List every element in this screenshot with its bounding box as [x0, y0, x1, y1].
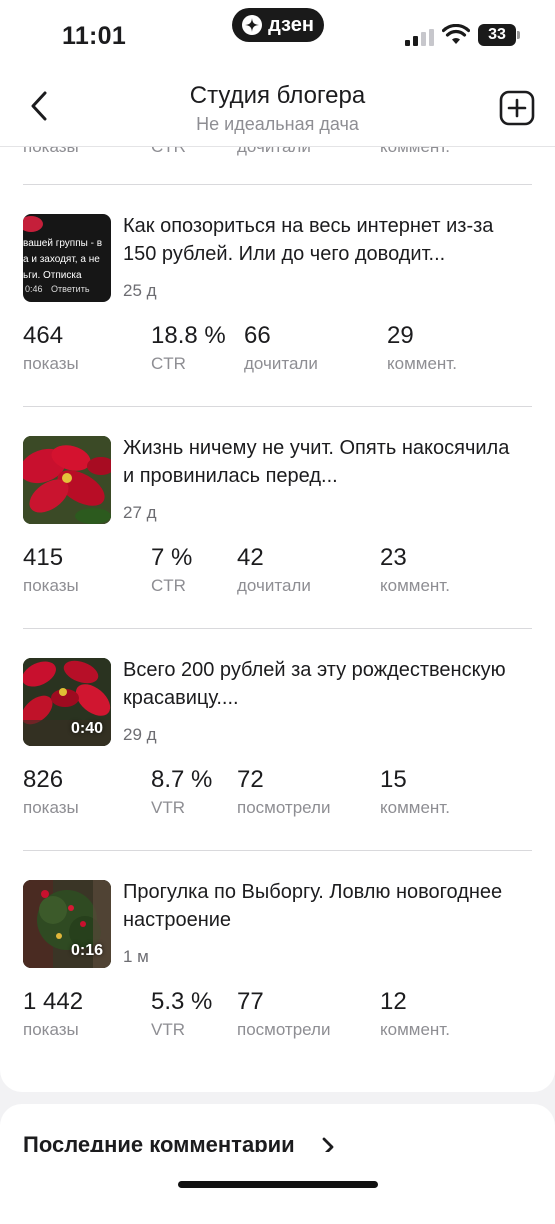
page-subtitle: Не идеальная дача — [196, 114, 359, 134]
stat-value: 415 — [23, 544, 64, 571]
post-item[interactable]: Жизнь ничему не учит. Опять накосячила и… — [0, 407, 555, 628]
stat-watched: 77 посмотрели — [237, 987, 330, 1043]
battery-indicator: 33 — [478, 24, 520, 46]
stat-value: 1 442 — [23, 988, 84, 1015]
posts-card: показы CTR дочитали коммент. вашей групп… — [0, 147, 555, 1092]
post-item[interactable]: вашей группы - в а и заходят, а не ьги. … — [0, 185, 555, 406]
status-bar: 11:01 дзен 33 — [0, 0, 555, 70]
stat-value: 5.3 % — [151, 988, 213, 1015]
post-age: 27 д — [123, 503, 157, 522]
post-age: 25 д — [123, 281, 157, 300]
stat-label: коммент. — [380, 1020, 450, 1039]
stat-ctr: 18.8 % CTR — [151, 321, 226, 377]
stat-label: показы — [23, 354, 79, 373]
stat-comments: 12 коммент. — [380, 987, 450, 1043]
stat-views: 464 показы — [23, 321, 79, 377]
stat-vtr: 8.7 % VTR — [151, 765, 212, 821]
home-indicator[interactable] — [178, 1181, 378, 1188]
stat-value: 15 — [380, 766, 407, 793]
stat-value: 464 — [23, 322, 64, 349]
stat-value: 72 — [237, 766, 264, 793]
dzen-badge-label: дзен — [268, 13, 314, 36]
stat-label: CTR — [151, 354, 186, 373]
stat-label: посмотрели — [237, 1020, 331, 1039]
stat-label: коммент. — [380, 576, 450, 595]
partial-stats-row: показы CTR дочитали коммент. — [0, 147, 555, 157]
stat-value: 42 — [237, 544, 264, 571]
stat-watched: 72 посмотрели — [237, 765, 330, 821]
add-post-button[interactable] — [499, 90, 535, 126]
dzen-badge: дзен — [232, 8, 324, 42]
stat-value: 29 — [387, 322, 414, 349]
stat-comments: 23 коммент. — [380, 543, 450, 599]
stat-label: VTR — [151, 1020, 185, 1039]
stat-label: показы — [23, 576, 79, 595]
stat-label: посмотрели — [237, 798, 331, 817]
stat-label: CTR — [151, 576, 186, 595]
post-item[interactable]: 0:16 Прогулка по Выборгу. Ловлю новогодн… — [0, 851, 555, 1072]
stat-value: 18.8 % — [151, 322, 226, 349]
post-thumbnail: 0:16 — [23, 880, 111, 968]
stat-value: 12 — [380, 988, 407, 1015]
thumbnail-footer: 0:46 Ответить — [25, 284, 90, 294]
stat-views: 1 442 показы — [23, 987, 83, 1043]
post-thumbnail-image — [23, 436, 111, 524]
stat-label: коммент. — [380, 798, 450, 817]
stat-label: показы — [23, 798, 79, 817]
stat-comments: 29 коммент. — [387, 321, 457, 377]
stat-label: показы — [23, 1020, 79, 1039]
stat-reads: 66 дочитали — [244, 321, 318, 377]
post-thumbnail: вашей группы - в а и заходят, а не ьги. … — [23, 214, 111, 302]
stat-value: 23 — [380, 544, 407, 571]
post-thumbnail — [23, 436, 111, 524]
nav-header: Студия блогера Не идеальная дача — [0, 70, 555, 147]
post-item[interactable]: 0:40 Всего 200 рублей за эту рождественс… — [0, 629, 555, 850]
home-indicator-area — [0, 1152, 555, 1200]
stat-label: коммент. — [387, 354, 457, 373]
stat-label: показы — [23, 147, 79, 157]
stat-vtr: 5.3 % VTR — [151, 987, 212, 1043]
dzen-logo-icon — [242, 15, 263, 35]
post-title[interactable]: Жизнь ничему не учит. Опять накосячила и… — [123, 434, 523, 490]
stat-comments: 15 коммент. — [380, 765, 450, 821]
post-age: 1 м — [123, 947, 149, 966]
stat-value: 8.7 % — [151, 766, 213, 793]
stat-value: 7 % — [151, 544, 193, 571]
stat-label: дочитали — [244, 354, 318, 373]
stat-value: 66 — [244, 322, 271, 349]
stat-ctr: 7 % CTR — [151, 543, 192, 599]
stat-reads: 42 дочитали — [237, 543, 311, 599]
post-title[interactable]: Всего 200 рублей за эту рождественскую к… — [123, 656, 523, 712]
page-title: Студия блогера — [189, 82, 366, 109]
stat-views: 415 показы — [23, 543, 79, 599]
post-age: 29 д — [123, 725, 157, 744]
cellular-signal-icon — [405, 29, 434, 46]
thumbnail-text: вашей группы - в а и заходят, а не ьги. … — [23, 238, 103, 281]
post-title[interactable]: Прогулка по Выборгу. Ловлю новогоднее на… — [123, 878, 523, 934]
video-duration: 0:40 — [70, 720, 103, 737]
stat-label: дочитали — [237, 147, 311, 157]
stat-views: 826 показы — [23, 765, 79, 821]
stat-label: коммент. — [380, 147, 450, 157]
status-time: 11:01 — [62, 22, 127, 50]
post-thumbnail: 0:40 — [23, 658, 111, 746]
video-duration: 0:16 — [70, 942, 103, 959]
post-title[interactable]: Как опозориться на весь интернет из-за 1… — [123, 212, 523, 268]
stat-label: CTR — [151, 147, 186, 157]
stat-value: 826 — [23, 766, 64, 793]
stat-value: 77 — [237, 988, 264, 1015]
stat-label: дочитали — [237, 576, 311, 595]
stat-label: VTR — [151, 798, 185, 817]
wifi-icon — [442, 24, 470, 44]
